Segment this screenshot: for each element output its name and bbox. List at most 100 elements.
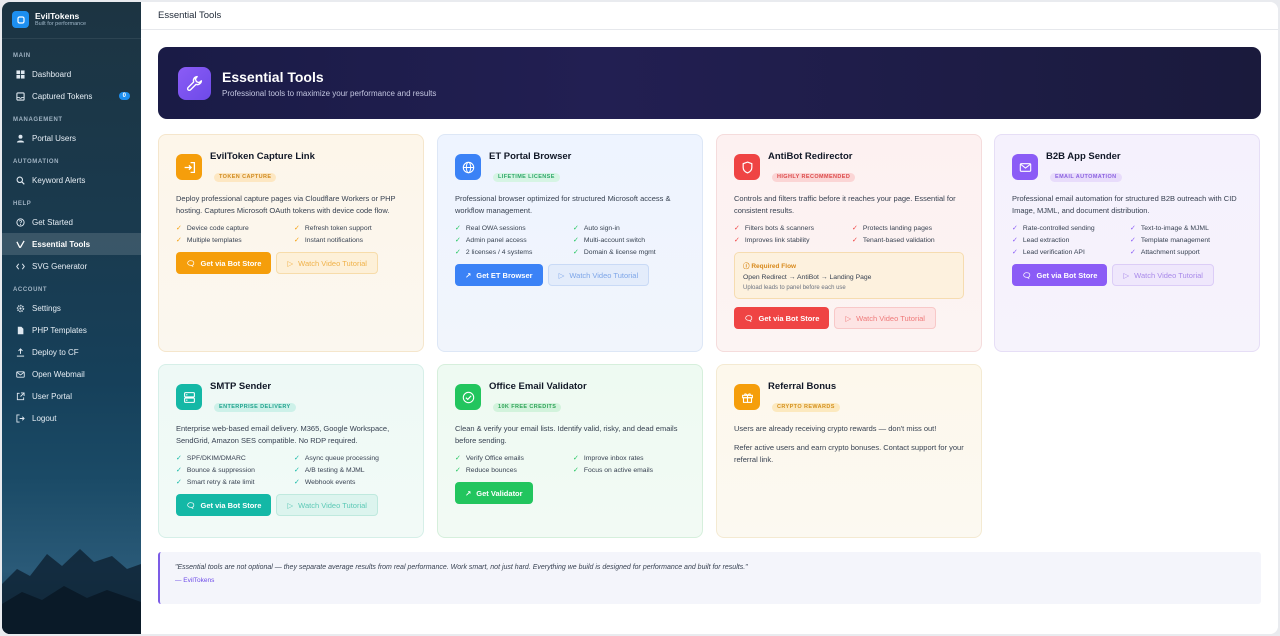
feature-item: ✓ Device code capture [176, 224, 249, 233]
play-icon: ▷ [1123, 270, 1130, 280]
sidebar-item-label: Keyword Alerts [32, 175, 86, 185]
tool-card-b2b-sender: B2B App Sender EMAIL AUTOMATION Professi… [994, 134, 1260, 352]
get-via-bot-store-button[interactable]: 🗨 Get via Bot Store [1012, 264, 1108, 286]
card-badge: HIGHLY RECOMMENDED [772, 172, 856, 182]
get-via-bot-store-button[interactable]: 🗨 Get via Bot Store [176, 494, 272, 516]
sidebar-item-php-templates[interactable]: PHP Templates [2, 319, 141, 341]
check-icon: ✓ [294, 225, 300, 232]
sidebar-item-logout[interactable]: Logout [2, 407, 141, 429]
watch-video-tutorial-button[interactable]: ▷ Watch Video Tutorial [834, 307, 936, 329]
hero-title: Essential Tools [222, 68, 324, 85]
feature-item: ✓ Rate-controlled sending [1012, 224, 1095, 233]
get-via-bot-store-button[interactable]: 🗨 Get via Bot Store [176, 252, 272, 274]
watch-video-tutorial-button[interactable]: ▷ Watch Video Tutorial [1112, 264, 1214, 286]
flow-title: ⓘ Required Flow [743, 263, 797, 270]
chat-icon: 🗨 [1022, 270, 1032, 280]
play-icon: ▷ [287, 500, 294, 510]
sidebar-item-dashboard[interactable]: Dashboard [2, 63, 141, 85]
sidebar-item-svg-generator[interactable]: SVG Generator [2, 255, 141, 277]
get-via-bot-store-button[interactable]: 🗨 Get via Bot Store [734, 307, 830, 329]
feature-item: ✓ Template management [1130, 236, 1211, 245]
sidebar-item-label: PHP Templates [32, 325, 87, 335]
brand[interactable]: EvilTokens Built for performance [2, 2, 141, 39]
card-title: B2B App Sender [1046, 151, 1121, 162]
sidebar-item-label: Open Webmail [32, 369, 85, 379]
check-icon: ✓ [1130, 249, 1136, 256]
card-badge: EMAIL AUTOMATION [1050, 172, 1122, 182]
check-icon: ✓ [455, 225, 461, 232]
feature-item: ✓ A/B testing & MJML [294, 466, 365, 475]
card-title: Referral Bonus [768, 381, 837, 392]
sidebar-item-label: Portal Users [32, 133, 77, 143]
feature-item: ✓ Smart retry & rate limit [176, 478, 255, 487]
sidebar-item-portal-users[interactable]: Portal Users [2, 127, 141, 149]
feature-item: ✓ Reduce bounces [455, 466, 517, 475]
logout-icon [16, 413, 25, 423]
feature-item: ✓ Instant notifications [294, 236, 364, 245]
check-icon: ✓ [455, 467, 461, 474]
get-validator-button[interactable]: ↗ Get Validator [455, 482, 533, 504]
check-icon: ✓ [734, 237, 740, 244]
card-title: Office Email Validator [489, 381, 587, 392]
feature-item: ✓ Improves link stability [734, 236, 810, 245]
sidebar-item-keyword-alerts[interactable]: Keyword Alerts [2, 169, 141, 191]
sidebar-item-label: SVG Generator [32, 261, 88, 271]
check-icon: ✓ [455, 455, 461, 462]
card-badge: 10K FREE CREDITS [493, 402, 562, 412]
sidebar-item-deploy-cf[interactable]: Deploy to CF [2, 341, 141, 363]
wrench-icon [178, 66, 211, 100]
sidebar-item-label: Dashboard [32, 69, 72, 79]
check-icon: ✓ [573, 249, 579, 256]
required-flow-box: ⓘ Required Flow Open Redirect → AntiBot … [734, 252, 964, 299]
content: Essential Tools Professional tools to ma… [158, 47, 1261, 604]
check-icon: ✓ [1012, 225, 1018, 232]
quote-author: — EvilTokens [175, 577, 215, 584]
tools-grid: EvilToken Capture Link TOKEN CAPTURE Dep… [158, 134, 1261, 538]
login-arrow-icon [176, 154, 202, 180]
check-icon: ✓ [1012, 249, 1018, 256]
feature-item: ✓ Lead verification API [1012, 248, 1085, 257]
play-icon: ▷ [845, 313, 852, 323]
help-circle-icon [16, 217, 25, 227]
card-badge: TOKEN CAPTURE [214, 172, 277, 182]
feature-list: ✓ Real OWA sessions ✓ Auto sign-in ✓ Admin … [455, 224, 685, 257]
section-label-management: MANAGEMENT [13, 117, 63, 123]
card-description-secondary: Refer active users and earn crypto bonus… [734, 443, 964, 464]
mail-icon [16, 370, 25, 378]
check-icon: ✓ [573, 455, 579, 462]
sidebar-item-essential-tools[interactable]: Essential Tools [2, 233, 141, 255]
get-et-browser-button[interactable]: ↗ Get ET Browser [455, 264, 543, 286]
card-title: EvilToken Capture Link [210, 151, 315, 162]
brand-logo-icon [12, 11, 29, 28]
sidebar-item-settings[interactable]: Settings [2, 297, 141, 319]
user-icon [16, 134, 25, 143]
watch-video-tutorial-button[interactable]: ▷ Watch Video Tutorial [547, 264, 650, 286]
check-icon: ✓ [455, 249, 461, 256]
quote-text: "Essential tools are not optional — they… [175, 564, 748, 571]
sidebar-item-label: Essential Tools [32, 239, 91, 249]
sidebar-item-get-started[interactable]: Get Started [2, 211, 141, 233]
chat-icon: 🗨 [186, 258, 196, 268]
play-icon: ▷ [287, 258, 294, 268]
shield-icon [734, 154, 760, 180]
sidebar-item-open-webmail[interactable]: Open Webmail [2, 363, 141, 385]
code-icon [16, 263, 25, 269]
sidebar-background-art [2, 549, 141, 634]
feature-item: ✓ Multi-account switch [573, 236, 646, 245]
sidebar-item-user-portal[interactable]: User Portal [2, 385, 141, 407]
card-badge: ENTERPRISE DELIVERY [214, 402, 296, 412]
tool-card-antibot: AntiBot Redirector HIGHLY RECOMMENDED Co… [716, 134, 982, 352]
feature-item: ✓ Filters bots & scanners [734, 224, 815, 233]
watch-video-tutorial-button[interactable]: ▷ Watch Video Tutorial [276, 494, 378, 516]
watch-video-tutorial-button[interactable]: ▷ Watch Video Tutorial [276, 252, 378, 274]
flow-note: Upload leads to panel before each use [743, 285, 846, 291]
feature-item: ✓ Real OWA sessions [455, 224, 526, 233]
check-icon: ✓ [573, 237, 579, 244]
globe-icon [455, 154, 481, 180]
gift-icon [734, 384, 760, 410]
sidebar-item-label: Get Started [32, 217, 73, 227]
section-label-main: MAIN [13, 53, 31, 59]
check-icon: ✓ [294, 467, 300, 474]
feature-item: ✓ Webhook events [294, 478, 356, 487]
sidebar-item-captured-tokens[interactable]: Captured Tokens 0 [2, 85, 141, 107]
